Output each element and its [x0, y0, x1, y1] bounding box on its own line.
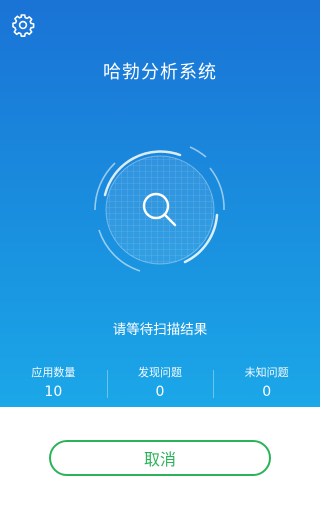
stat-label: 发现问题 — [138, 366, 182, 379]
stats-bar: 应用数量 10 发现问题 0 未知问题 0 — [0, 366, 320, 404]
stat-app-count: 应用数量 10 — [0, 366, 107, 404]
stat-unknown-issues: 未知问题 0 — [213, 366, 320, 404]
stat-found-issues: 发现问题 0 — [106, 366, 214, 404]
scan-panel: 哈勃分析系统 请等待扫描结果 应用数量 10 发现问题 0 未知问题 0 — [0, 0, 320, 407]
stat-label: 应用数量 — [31, 366, 76, 379]
stat-value: 0 — [155, 384, 165, 400]
scan-status-text: 请等待扫描结果 — [112, 322, 208, 338]
stat-label: 未知问题 — [244, 366, 289, 379]
stat-value: 10 — [44, 384, 63, 400]
cancel-button[interactable]: 取消 — [49, 440, 271, 476]
scan-radar — [94, 146, 225, 272]
stat-value: 0 — [262, 384, 272, 400]
gear-icon[interactable] — [11, 13, 35, 37]
page-title: 哈勃分析系统 — [103, 62, 217, 83]
